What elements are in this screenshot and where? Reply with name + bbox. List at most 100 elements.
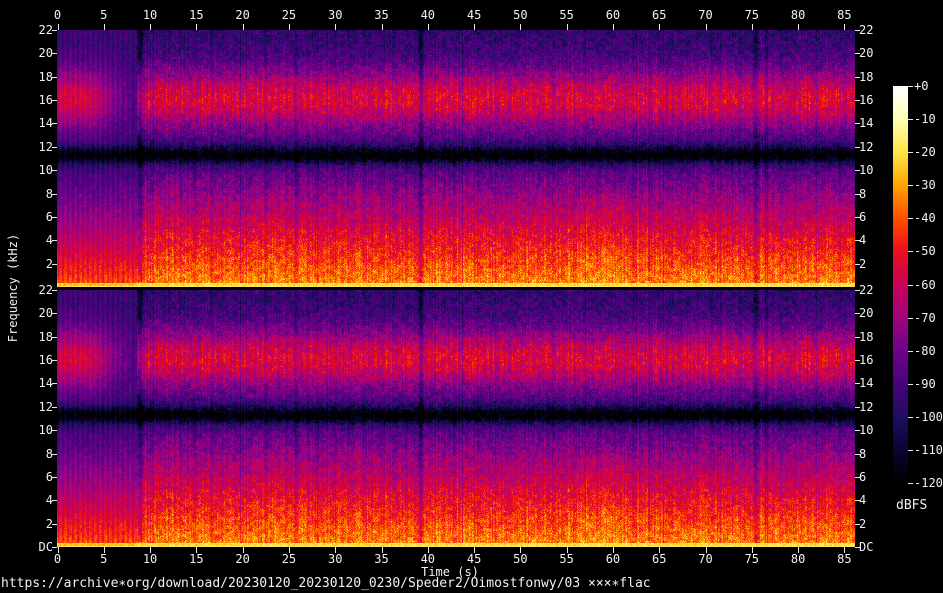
colorbar-tick-mark	[908, 284, 913, 286]
colorbar-tick-mark	[908, 449, 913, 451]
y-tick-label-right: 12	[859, 139, 874, 154]
x-tick-label-bottom: 80	[790, 552, 806, 566]
colorbar-tick-label: +0	[914, 79, 929, 93]
y-tick-mark-left	[52, 547, 57, 548]
x-tick-label-bottom: 0	[53, 552, 62, 566]
y-tick-mark-left	[52, 290, 57, 291]
y-tick-label-left: 4	[45, 233, 53, 248]
x-tick-label-top: 85	[837, 8, 852, 22]
colorbar-tick-mark	[908, 416, 913, 418]
colorbar-tick-label: -80	[914, 343, 936, 358]
x-tick-label-bottom: 35	[374, 552, 389, 566]
colorbar-tick-label: -10	[914, 112, 936, 127]
y-tick-label-left: 8	[45, 186, 53, 201]
footer-url: https://archive∗org/download/20230120_20…	[1, 576, 651, 591]
y-tick-mark-left	[52, 30, 57, 31]
x-tick-mark-top	[196, 24, 198, 30]
y-tick-label-left: DC	[38, 540, 53, 554]
x-tick-mark-top	[612, 24, 614, 30]
x-tick-label-top: 20	[235, 8, 250, 22]
x-tick-label-bottom: 10	[142, 552, 158, 566]
y-tick-label-right: 6	[859, 469, 867, 484]
x-tick-mark-top	[705, 24, 707, 30]
x-tick-label-bottom: 40	[420, 552, 436, 566]
spectrogram-channel-2-canvas	[57, 290, 855, 547]
y-tick-label-left: 6	[45, 209, 53, 224]
x-tick-mark-top	[520, 24, 522, 30]
y-tick-mark-left	[52, 453, 57, 455]
x-tick-label-top: 75	[744, 8, 760, 22]
x-tick-label-top: 65	[652, 8, 667, 22]
y-tick-label-right: 22	[859, 23, 874, 37]
y-tick-label-left: 6	[45, 469, 53, 484]
y-tick-mark-left	[52, 193, 57, 195]
y-tick-label-left: 22	[38, 23, 53, 37]
colorbar-tick-label: -120	[914, 476, 943, 490]
x-tick-label-top: 35	[374, 8, 389, 22]
x-tick-label-top: 10	[142, 8, 158, 22]
y-tick-mark-left	[52, 170, 57, 172]
colorbar-tick-label: -20	[914, 145, 936, 160]
y-tick-label-right: 18	[859, 69, 874, 84]
y-tick-mark-left	[52, 123, 57, 125]
y-tick-mark-left	[52, 216, 57, 218]
x-tick-mark-top	[474, 24, 476, 30]
spectrogram-channel-1-canvas	[57, 30, 855, 287]
x-tick-label-top: 30	[327, 8, 343, 22]
y-tick-label-right: DC	[859, 540, 874, 554]
y-tick-label-left: 12	[38, 139, 53, 154]
x-tick-mark-top	[335, 24, 337, 30]
y-tick-label-left: 8	[45, 446, 53, 461]
colorbar-tick-label: -30	[914, 178, 936, 193]
x-tick-label-bottom: 20	[235, 552, 250, 566]
colorbar-tick-label: -90	[914, 376, 936, 391]
x-tick-label-bottom: 5	[100, 552, 108, 566]
x-tick-label-top: 5	[100, 8, 108, 22]
colorbar-tick-label: -110	[914, 442, 943, 457]
y-tick-label-right: 8	[859, 186, 867, 201]
x-tick-label-bottom: 75	[744, 552, 760, 566]
spectrogram-figure: Frequency (kHz) Time (s) dBFS https://ar…	[0, 0, 943, 593]
colorbar-tick-label: -60	[914, 277, 936, 292]
x-tick-label-bottom: 45	[466, 552, 482, 566]
y-tick-label-left: 14	[38, 116, 53, 131]
x-tick-mark-top	[381, 24, 383, 30]
y-tick-label-right: 2	[859, 516, 867, 531]
y-tick-label-right: 18	[859, 329, 874, 344]
y-tick-label-right: 4	[859, 493, 867, 508]
x-tick-label-bottom: 85	[837, 552, 852, 566]
y-tick-label-right: 22	[859, 283, 874, 297]
y-tick-mark-left	[52, 476, 57, 478]
colorbar-gradient	[893, 86, 908, 483]
x-tick-label-top: 60	[605, 8, 621, 22]
y-tick-mark-left	[52, 406, 57, 408]
y-tick-label-left: 20	[38, 306, 53, 321]
x-tick-label-top: 45	[466, 8, 482, 22]
y-tick-label-left: 12	[38, 399, 53, 414]
y-tick-label-right: 14	[859, 376, 874, 391]
y-tick-label-right: 16	[859, 353, 874, 368]
x-tick-mark-top	[288, 24, 290, 30]
colorbar-unit-label: dBFS	[896, 498, 928, 513]
y-tick-label-right: 8	[859, 446, 867, 461]
y-tick-label-right: 14	[859, 116, 874, 131]
y-tick-label-right: 10	[859, 423, 874, 438]
y-tick-label-right: 12	[859, 399, 874, 414]
y-tick-label-left: 16	[38, 353, 53, 368]
y-tick-label-right: 4	[859, 233, 867, 248]
x-tick-label-bottom: 50	[513, 552, 528, 566]
y-tick-mark-left	[52, 240, 57, 242]
colorbar-tick-mark	[908, 86, 913, 87]
x-tick-label-top: 0	[53, 8, 62, 22]
x-tick-label-top: 25	[281, 8, 297, 22]
x-tick-mark-top	[659, 24, 661, 30]
x-tick-mark-top	[57, 24, 59, 30]
colorbar-tick-mark	[908, 317, 913, 319]
colorbar-tick-label: -100	[914, 409, 943, 424]
x-tick-label-bottom: 60	[605, 552, 621, 566]
y-tick-label-left: 14	[38, 376, 53, 391]
colorbar-tick-label: -70	[914, 310, 936, 325]
x-tick-mark-top	[242, 24, 244, 30]
x-tick-label-bottom: 65	[652, 552, 667, 566]
y-tick-mark-left	[52, 500, 57, 502]
